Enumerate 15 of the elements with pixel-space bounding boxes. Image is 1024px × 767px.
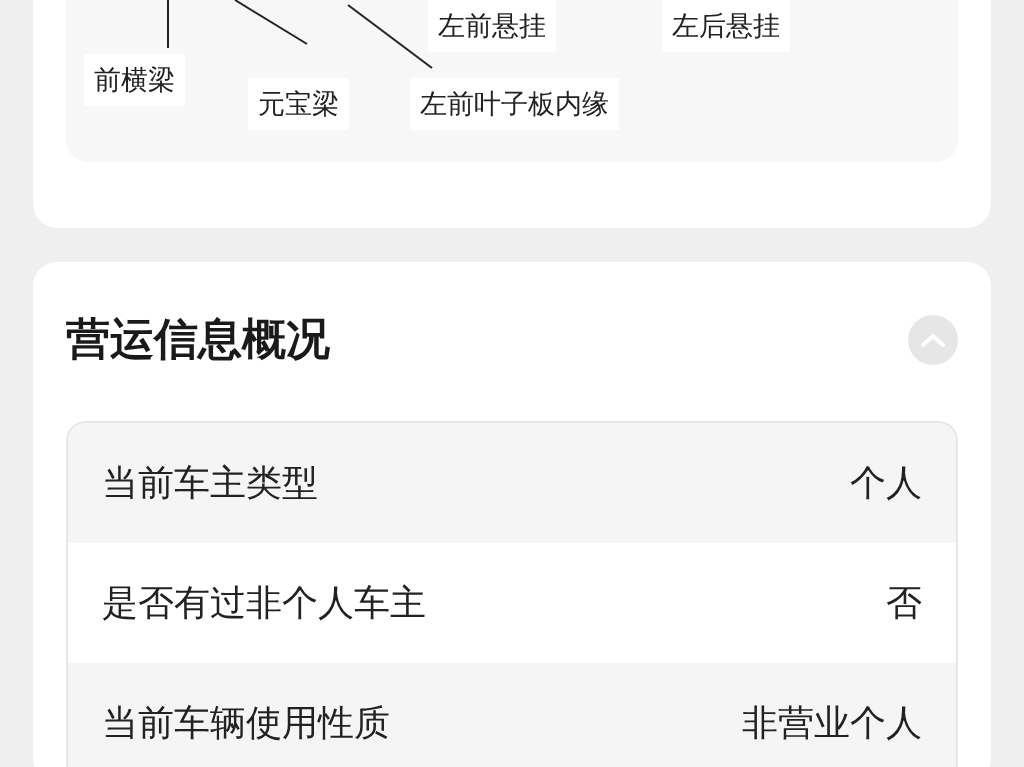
row-value: 否 xyxy=(886,580,922,625)
row-value: 个人 xyxy=(850,460,922,505)
part-label: 左前悬挂 xyxy=(428,0,556,52)
leader-line xyxy=(167,0,169,49)
part-label: 左前叶子板内缘 xyxy=(410,78,619,130)
part-label: 左后悬挂 xyxy=(662,0,790,52)
part-label: 前横梁 xyxy=(84,54,185,106)
section-title: 营运信息概况 xyxy=(66,312,330,366)
row-label: 当前车主类型 xyxy=(102,460,318,505)
collapse-button[interactable] xyxy=(908,314,958,365)
row-label: 当前车辆使用性质 xyxy=(102,700,390,745)
part-label: 元宝梁 xyxy=(248,78,349,130)
chevron-icon xyxy=(921,332,945,347)
row-label: 是否有过非个人车主 xyxy=(102,580,426,625)
row-value: 非营业个人 xyxy=(742,700,922,745)
